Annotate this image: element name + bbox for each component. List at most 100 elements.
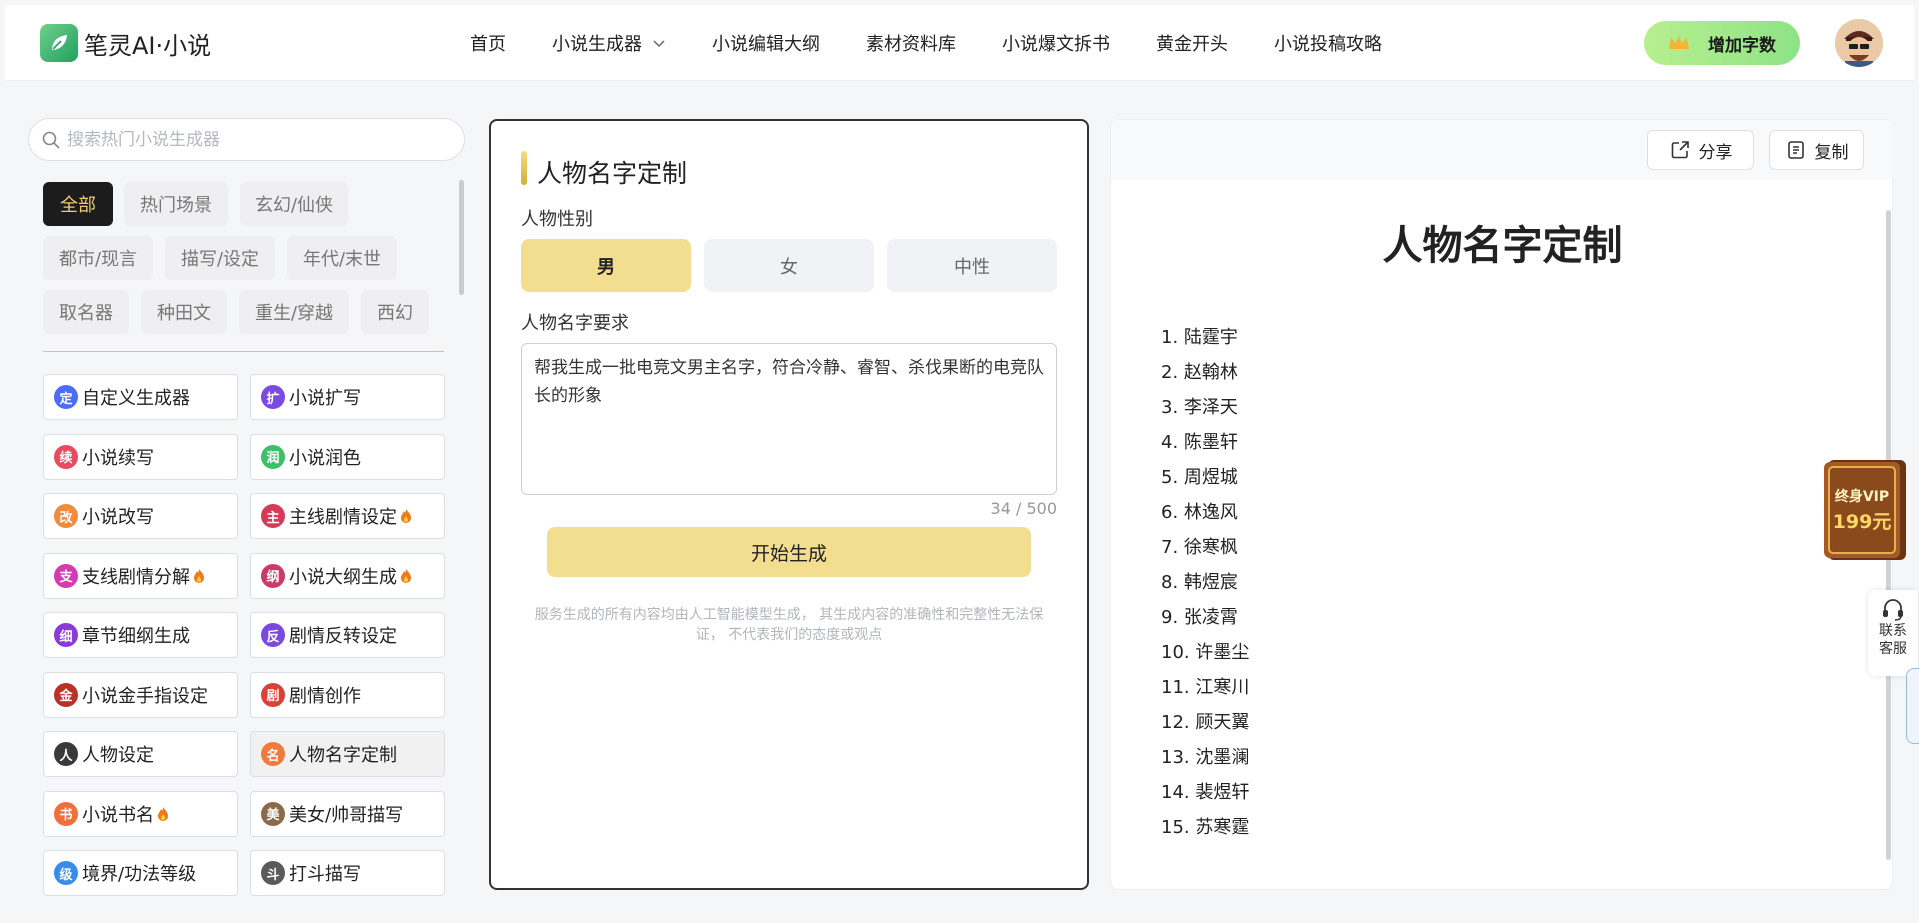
search-input[interactable] <box>67 129 447 150</box>
tool-item[interactable]: 书小说书名 <box>43 790 238 837</box>
generated-name-item: 2. 赵翰林 <box>1161 362 1238 383</box>
tool-item[interactable]: 续小说续写 <box>43 433 238 480</box>
tool-badge-icon: 斗 <box>261 861 285 885</box>
copy-button[interactable]: 复制 <box>1769 130 1864 170</box>
result-title: 人物名字定制 <box>1382 223 1623 269</box>
fire-hot-icon <box>158 806 168 821</box>
tool-item[interactable]: 主主线剧情设定 <box>250 493 445 539</box>
tool-item[interactable]: 细章节细纲生成 <box>43 612 238 658</box>
category-rebirth[interactable]: 重生/穿越 <box>239 290 349 334</box>
tool-badge-icon: 细 <box>54 623 78 647</box>
category-name-generator[interactable]: 取名器 <box>43 290 129 334</box>
requirement-textarea[interactable]: 帮我生成一批电竞文男主名字，符合冷静、睿智、杀伐果断的电竞队长的形象 <box>521 343 1057 495</box>
generated-name-item: 15. 苏寒霆 <box>1161 817 1250 838</box>
lifetime-vip-badge[interactable]: 终身VIP 199元 <box>1822 456 1910 564</box>
tool-label: 自定义生成器 <box>82 388 190 409</box>
generated-name-item: 5. 周煜城 <box>1161 467 1238 488</box>
nav-golden-opening[interactable]: 黄金开头 <box>1156 30 1228 56</box>
tool-item[interactable]: 扩小说扩写 <box>250 374 445 420</box>
gender-male-button[interactable]: 男 <box>521 239 691 292</box>
search-icon <box>42 131 60 149</box>
generated-name-item: 12. 顾天翼 <box>1161 712 1250 733</box>
requirement-label: 人物名字要求 <box>521 313 629 334</box>
tool-badge-icon: 名 <box>261 742 285 766</box>
tool-item[interactable]: 纲小说大纲生成 <box>250 552 445 599</box>
generated-name-item: 14. 裴煜轩 <box>1161 782 1250 803</box>
generated-name-item: 8. 韩煜宸 <box>1161 572 1238 593</box>
title-accent-bar <box>521 151 527 185</box>
nav-novel-generator[interactable]: 小说生成器 <box>552 30 666 56</box>
tool-badge-icon: 改 <box>54 504 78 528</box>
tool-item[interactable]: 反剧情反转设定 <box>250 612 445 658</box>
user-avatar[interactable] <box>1835 19 1883 67</box>
tool-item[interactable]: 定自定义生成器 <box>43 374 238 420</box>
sidebar-scrollbar[interactable] <box>459 180 464 295</box>
tool-label: 主线剧情设定 <box>289 507 397 528</box>
tool-badge-icon: 美 <box>261 801 285 826</box>
tool-item[interactable]: 支支线剧情分解 <box>43 552 238 599</box>
tool-label: 美女/帅哥描写 <box>289 804 404 826</box>
category-urban[interactable]: 都市/现言 <box>43 236 153 280</box>
tool-badge-icon: 主 <box>261 504 285 528</box>
add-words-label: 增加字数 <box>1708 35 1776 56</box>
top-header: 笔灵AI·小说 首页 小说生成器 小说编辑大纲 素材资料库 小说爆文拆书 黄金开… <box>5 5 1914 81</box>
tool-badge-icon: 定 <box>54 385 78 409</box>
tool-item[interactable]: 斗打斗描写 <box>250 850 445 896</box>
nav-material-library[interactable]: 素材资料库 <box>866 30 956 56</box>
headset-icon <box>1883 599 1903 621</box>
tool-label: 小说续写 <box>82 447 154 469</box>
share-button[interactable]: 分享 <box>1647 130 1754 170</box>
tool-label: 章节细纲生成 <box>82 626 190 647</box>
vip-line2: 199元 <box>1833 511 1892 533</box>
tool-label: 小说金手指设定 <box>82 685 208 707</box>
share-label: 分享 <box>1698 142 1733 163</box>
tool-label: 小说大纲生成 <box>289 566 397 588</box>
tool-item[interactable]: 人人物设定 <box>43 731 238 777</box>
tool-badge-icon: 金 <box>54 682 78 707</box>
nav-submission-guide[interactable]: 小说投稿攻略 <box>1274 30 1382 56</box>
customer-service-button[interactable]: 联系客服 <box>1868 590 1918 676</box>
tool-badge-icon: 人 <box>54 742 78 766</box>
side-edge-tab[interactable] <box>1906 668 1919 744</box>
tool-item[interactable]: 级境界/功法等级 <box>43 850 238 896</box>
gender-female-button[interactable]: 女 <box>704 239 874 292</box>
tool-badge-icon: 纲 <box>261 563 285 588</box>
tool-label: 剧情反转设定 <box>289 626 397 647</box>
nav-home[interactable]: 首页 <box>470 30 506 56</box>
category-all[interactable]: 全部 <box>43 182 113 226</box>
generated-name-item: 1. 陆霆宇 <box>1161 327 1238 348</box>
category-hot-scenes[interactable]: 热门场景 <box>124 182 228 226</box>
category-western-fantasy[interactable]: 西幻 <box>361 290 429 334</box>
nav-outline-editor[interactable]: 小说编辑大纲 <box>712 30 820 56</box>
generated-name-item: 4. 陈墨轩 <box>1161 432 1238 453</box>
tool-badge-icon: 扩 <box>261 385 285 409</box>
category-farming[interactable]: 种田文 <box>141 290 227 334</box>
customer-service-label: 联系客服 <box>1879 623 1907 657</box>
generated-name-item: 10. 许墨尘 <box>1161 642 1250 663</box>
category-description[interactable]: 描写/设定 <box>165 236 275 280</box>
category-fantasy[interactable]: 玄幻/仙侠 <box>240 182 348 226</box>
nav-book-breakdown[interactable]: 小说爆文拆书 <box>1002 30 1110 56</box>
tool-badge-icon: 续 <box>54 444 78 469</box>
tool-badge-icon: 润 <box>261 444 285 469</box>
generated-names-list: 1. 陆霆宇 2. 赵翰林 3. 李泽天 4. 陈墨轩 5. 周煜城 6. 林逸风 7. 徐… <box>1161 320 1249 845</box>
gender-neutral-button[interactable]: 中性 <box>887 239 1057 292</box>
start-generate-button[interactable]: 开始生成 <box>547 527 1031 577</box>
result-panel: 分享 复制 人物名字定制 1. 陆霆宇 2. 赵翰林 3. 李泽天 4. 陈墨轩 5. … <box>1110 119 1894 890</box>
tool-label: 小说扩写 <box>289 388 361 409</box>
tool-item[interactable]: 剧剧情创作 <box>250 671 445 718</box>
add-words-button[interactable]: 增加字数 <box>1644 21 1800 65</box>
result-toolbar: 分享 复制 <box>1111 120 1894 179</box>
tool-item[interactable]: 润小说润色 <box>250 433 445 480</box>
tool-item[interactable]: 名人物名字定制 <box>250 731 445 777</box>
tool-badge-icon: 书 <box>54 801 78 826</box>
tool-item[interactable]: 改小说改写 <box>43 493 238 539</box>
brand-logo[interactable]: 笔灵AI·小说 <box>40 24 211 62</box>
brand-name: 笔灵AI·小说 <box>84 31 212 60</box>
copy-label: 复制 <box>1814 142 1849 163</box>
tool-item[interactable]: 美美女/帅哥描写 <box>250 790 445 837</box>
tool-item[interactable]: 金小说金手指设定 <box>43 671 238 718</box>
sidebar-divider <box>43 351 444 352</box>
category-era-apocalypse[interactable]: 年代/末世 <box>287 236 397 280</box>
generated-name-item: 6. 林逸风 <box>1161 502 1238 523</box>
